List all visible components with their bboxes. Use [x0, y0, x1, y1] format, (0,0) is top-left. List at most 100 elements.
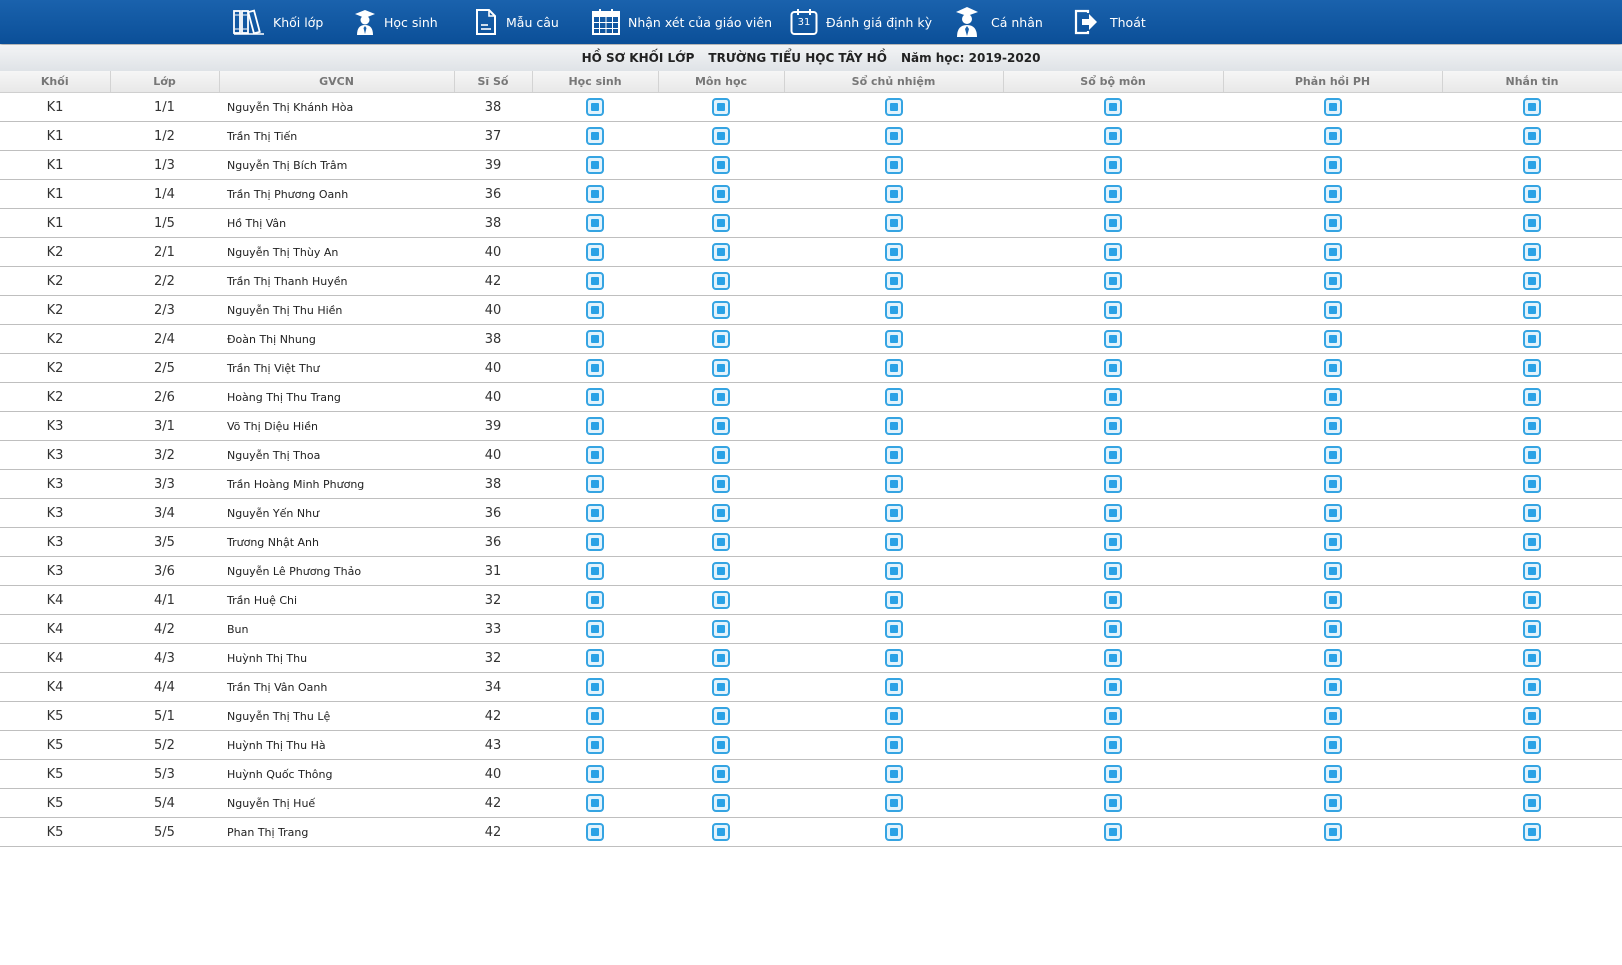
hoc-sinh-view-icon[interactable] [586, 301, 604, 319]
nav-ca-nhan[interactable]: Cá nhân [955, 0, 1043, 44]
hoc-sinh-view-icon[interactable] [586, 388, 604, 406]
nhan-tin-view-icon[interactable] [1523, 620, 1541, 638]
so-bo-mon-view-icon[interactable] [1104, 98, 1122, 116]
column-header-nhan-tin[interactable]: Nhắn tin [1442, 71, 1622, 93]
so-bo-mon-view-icon[interactable] [1104, 562, 1122, 580]
hoc-sinh-view-icon[interactable] [586, 127, 604, 145]
mon-hoc-view-icon[interactable] [712, 272, 730, 290]
phan-hoi-ph-view-icon[interactable] [1323, 156, 1342, 174]
nhan-tin-view-icon[interactable] [1523, 765, 1541, 783]
phan-hoi-ph-view-icon[interactable] [1323, 301, 1342, 319]
hoc-sinh-view-icon[interactable] [586, 620, 604, 638]
hoc-sinh-view-icon[interactable] [586, 591, 604, 609]
nhan-tin-view-icon[interactable] [1523, 794, 1541, 812]
mon-hoc-view-icon[interactable] [712, 156, 730, 174]
so-chu-nhiem-view-icon[interactable] [884, 794, 903, 812]
nhan-tin-view-icon[interactable] [1523, 156, 1541, 174]
so-chu-nhiem-view-icon[interactable] [884, 533, 903, 551]
phan-hoi-ph-view-icon[interactable] [1323, 359, 1342, 377]
so-bo-mon-view-icon[interactable] [1104, 330, 1122, 348]
phan-hoi-ph-view-icon[interactable] [1323, 562, 1342, 580]
so-bo-mon-view-icon[interactable] [1104, 214, 1122, 232]
so-chu-nhiem-view-icon[interactable] [884, 736, 903, 754]
so-chu-nhiem-view-icon[interactable] [884, 359, 903, 377]
so-chu-nhiem-view-icon[interactable] [884, 446, 903, 464]
column-header-si-so[interactable]: Sĩ Số [454, 71, 533, 93]
so-bo-mon-view-icon[interactable] [1104, 765, 1122, 783]
so-bo-mon-view-icon[interactable] [1104, 620, 1122, 638]
nhan-tin-view-icon[interactable] [1523, 359, 1541, 377]
nhan-tin-view-icon[interactable] [1523, 823, 1541, 841]
hoc-sinh-view-icon[interactable] [586, 707, 604, 725]
so-chu-nhiem-view-icon[interactable] [884, 678, 903, 696]
so-bo-mon-view-icon[interactable] [1104, 185, 1122, 203]
nhan-tin-view-icon[interactable] [1523, 417, 1541, 435]
mon-hoc-view-icon[interactable] [712, 127, 730, 145]
so-chu-nhiem-view-icon[interactable] [884, 591, 903, 609]
so-bo-mon-view-icon[interactable] [1104, 417, 1122, 435]
column-header-so-bo-mon[interactable]: Sổ bộ môn [1003, 71, 1224, 93]
mon-hoc-view-icon[interactable] [712, 243, 730, 261]
mon-hoc-view-icon[interactable] [712, 678, 730, 696]
so-bo-mon-view-icon[interactable] [1104, 388, 1122, 406]
hoc-sinh-view-icon[interactable] [586, 533, 604, 551]
hoc-sinh-view-icon[interactable] [586, 185, 604, 203]
mon-hoc-view-icon[interactable] [712, 185, 730, 203]
mon-hoc-view-icon[interactable] [712, 533, 730, 551]
phan-hoi-ph-view-icon[interactable] [1323, 272, 1342, 290]
nhan-tin-view-icon[interactable] [1523, 446, 1541, 464]
column-header-phan-hoi-ph[interactable]: Phản hồi PH [1223, 71, 1443, 93]
hoc-sinh-view-icon[interactable] [586, 562, 604, 580]
phan-hoi-ph-view-icon[interactable] [1323, 794, 1342, 812]
hoc-sinh-view-icon[interactable] [586, 765, 604, 783]
so-chu-nhiem-view-icon[interactable] [884, 185, 903, 203]
nhan-tin-view-icon[interactable] [1523, 214, 1541, 232]
mon-hoc-view-icon[interactable] [712, 475, 730, 493]
phan-hoi-ph-view-icon[interactable] [1323, 214, 1342, 232]
nhan-tin-view-icon[interactable] [1523, 127, 1541, 145]
so-chu-nhiem-view-icon[interactable] [884, 330, 903, 348]
hoc-sinh-view-icon[interactable] [586, 359, 604, 377]
nhan-tin-view-icon[interactable] [1523, 272, 1541, 290]
nhan-tin-view-icon[interactable] [1523, 736, 1541, 754]
so-bo-mon-view-icon[interactable] [1104, 591, 1122, 609]
so-chu-nhiem-view-icon[interactable] [884, 475, 903, 493]
column-header-mon-hoc[interactable]: Môn học [658, 71, 785, 93]
phan-hoi-ph-view-icon[interactable] [1323, 388, 1342, 406]
hoc-sinh-view-icon[interactable] [586, 475, 604, 493]
so-bo-mon-view-icon[interactable] [1104, 794, 1122, 812]
so-chu-nhiem-view-icon[interactable] [884, 823, 903, 841]
so-chu-nhiem-view-icon[interactable] [884, 301, 903, 319]
so-bo-mon-view-icon[interactable] [1104, 707, 1122, 725]
phan-hoi-ph-view-icon[interactable] [1323, 707, 1342, 725]
so-bo-mon-view-icon[interactable] [1104, 446, 1122, 464]
phan-hoi-ph-view-icon[interactable] [1323, 591, 1342, 609]
hoc-sinh-view-icon[interactable] [586, 446, 604, 464]
so-chu-nhiem-view-icon[interactable] [884, 504, 903, 522]
so-chu-nhiem-view-icon[interactable] [884, 620, 903, 638]
hoc-sinh-view-icon[interactable] [586, 649, 604, 667]
phan-hoi-ph-view-icon[interactable] [1323, 127, 1342, 145]
nhan-tin-view-icon[interactable] [1523, 185, 1541, 203]
hoc-sinh-view-icon[interactable] [586, 823, 604, 841]
hoc-sinh-view-icon[interactable] [586, 504, 604, 522]
so-bo-mon-view-icon[interactable] [1104, 504, 1122, 522]
mon-hoc-view-icon[interactable] [712, 707, 730, 725]
so-bo-mon-view-icon[interactable] [1104, 272, 1122, 290]
nhan-tin-view-icon[interactable] [1523, 243, 1541, 261]
so-chu-nhiem-view-icon[interactable] [884, 156, 903, 174]
mon-hoc-view-icon[interactable] [712, 649, 730, 667]
nhan-tin-view-icon[interactable] [1523, 98, 1541, 116]
hoc-sinh-view-icon[interactable] [586, 156, 604, 174]
nhan-tin-view-icon[interactable] [1523, 504, 1541, 522]
mon-hoc-view-icon[interactable] [712, 330, 730, 348]
so-chu-nhiem-view-icon[interactable] [884, 214, 903, 232]
mon-hoc-view-icon[interactable] [712, 765, 730, 783]
column-header-gvcn[interactable]: GVCN [219, 71, 455, 93]
mon-hoc-view-icon[interactable] [712, 562, 730, 580]
phan-hoi-ph-view-icon[interactable] [1323, 504, 1342, 522]
so-chu-nhiem-view-icon[interactable] [884, 765, 903, 783]
phan-hoi-ph-view-icon[interactable] [1323, 649, 1342, 667]
nhan-tin-view-icon[interactable] [1523, 330, 1541, 348]
hoc-sinh-view-icon[interactable] [586, 417, 604, 435]
